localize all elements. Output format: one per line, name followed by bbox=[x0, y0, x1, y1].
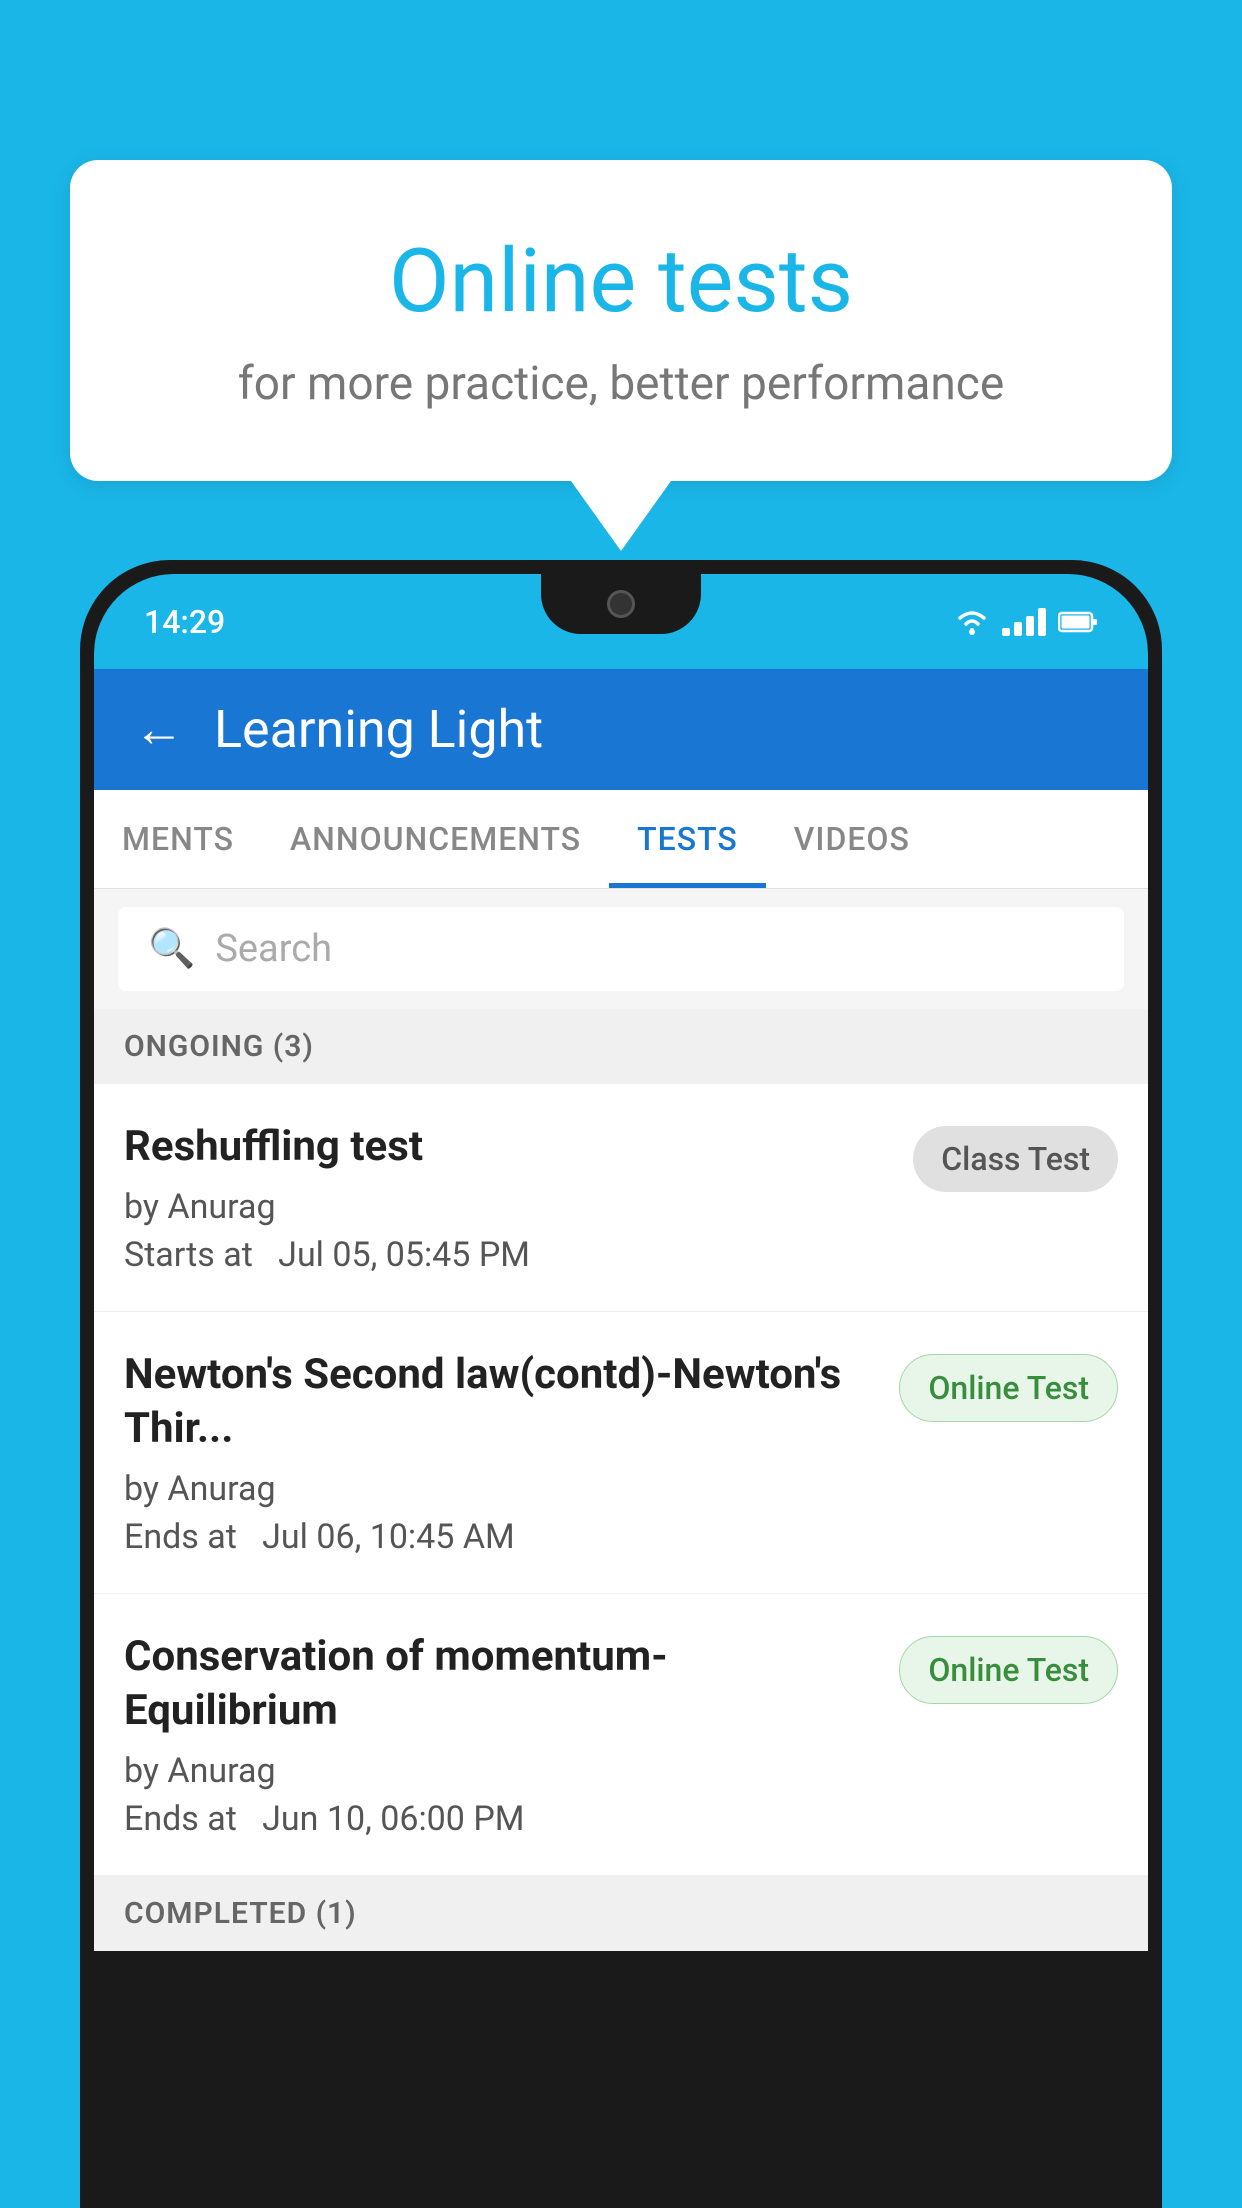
search-placeholder: Search bbox=[215, 927, 332, 971]
test-author-2: by Anurag bbox=[124, 1469, 879, 1509]
completed-section-header: COMPLETED (1) bbox=[94, 1876, 1148, 1951]
test-badge-2: Online Test bbox=[899, 1354, 1118, 1422]
page-background: Online tests for more practice, better p… bbox=[0, 0, 1242, 2208]
speech-bubble-container: Online tests for more practice, better p… bbox=[70, 160, 1172, 551]
search-icon: 🔍 bbox=[148, 927, 195, 971]
speech-bubble: Online tests for more practice, better p… bbox=[70, 160, 1172, 481]
search-container: 🔍 Search bbox=[94, 889, 1148, 1009]
test-name-1: Reshuffling test bbox=[124, 1120, 893, 1175]
notch-cutout bbox=[541, 574, 701, 634]
test-item-1[interactable]: Reshuffling test by Anurag Starts at Jul… bbox=[94, 1084, 1148, 1312]
test-author-3: by Anurag bbox=[124, 1751, 879, 1791]
test-name-2: Newton's Second law(contd)-Newton's Thir… bbox=[124, 1348, 879, 1457]
test-item-3[interactable]: Conservation of momentum-Equilibrium by … bbox=[94, 1594, 1148, 1876]
status-bar: 14:29 bbox=[94, 574, 1148, 669]
tab-videos[interactable]: VIDEOS bbox=[766, 790, 938, 888]
test-badge-3: Online Test bbox=[899, 1636, 1118, 1704]
status-time: 14:29 bbox=[144, 603, 225, 641]
test-info-2: Newton's Second law(contd)-Newton's Thir… bbox=[124, 1348, 899, 1557]
test-badge-1: Class Test bbox=[913, 1126, 1118, 1192]
wifi-icon bbox=[954, 608, 990, 636]
test-date-1: Starts at Jul 05, 05:45 PM bbox=[124, 1235, 893, 1275]
test-name-3: Conservation of momentum-Equilibrium bbox=[124, 1630, 879, 1739]
ongoing-section-header: ONGOING (3) bbox=[94, 1009, 1148, 1084]
phone-inner: 14:29 bbox=[94, 574, 1148, 2208]
speech-bubble-arrow bbox=[571, 481, 671, 551]
speech-bubble-title: Online tests bbox=[150, 230, 1092, 333]
test-info-3: Conservation of momentum-Equilibrium by … bbox=[124, 1630, 899, 1839]
phone-frame: 14:29 bbox=[80, 560, 1162, 2208]
tab-tests[interactable]: TESTS bbox=[609, 790, 766, 888]
test-list: Reshuffling test by Anurag Starts at Jul… bbox=[94, 1084, 1148, 1876]
app-header: ← Learning Light bbox=[94, 669, 1148, 790]
tab-announcements[interactable]: ANNOUNCEMENTS bbox=[262, 790, 609, 888]
back-button[interactable]: ← bbox=[134, 700, 184, 759]
test-author-1: by Anurag bbox=[124, 1187, 893, 1227]
tab-ments[interactable]: MENTS bbox=[94, 790, 262, 888]
test-info-1: Reshuffling test by Anurag Starts at Jul… bbox=[124, 1120, 913, 1275]
search-bar[interactable]: 🔍 Search bbox=[118, 907, 1124, 991]
camera-dot bbox=[607, 590, 635, 618]
speech-bubble-subtitle: for more practice, better performance bbox=[150, 357, 1092, 411]
signal-icon bbox=[1002, 608, 1046, 636]
test-date-3: Ends at Jun 10, 06:00 PM bbox=[124, 1799, 879, 1839]
test-date-2: Ends at Jul 06, 10:45 AM bbox=[124, 1517, 879, 1557]
test-item-2[interactable]: Newton's Second law(contd)-Newton's Thir… bbox=[94, 1312, 1148, 1594]
app-title: Learning Light bbox=[214, 699, 543, 760]
tabs-container: MENTS ANNOUNCEMENTS TESTS VIDEOS bbox=[94, 790, 1148, 889]
battery-icon bbox=[1058, 610, 1098, 634]
status-icons bbox=[954, 608, 1098, 636]
